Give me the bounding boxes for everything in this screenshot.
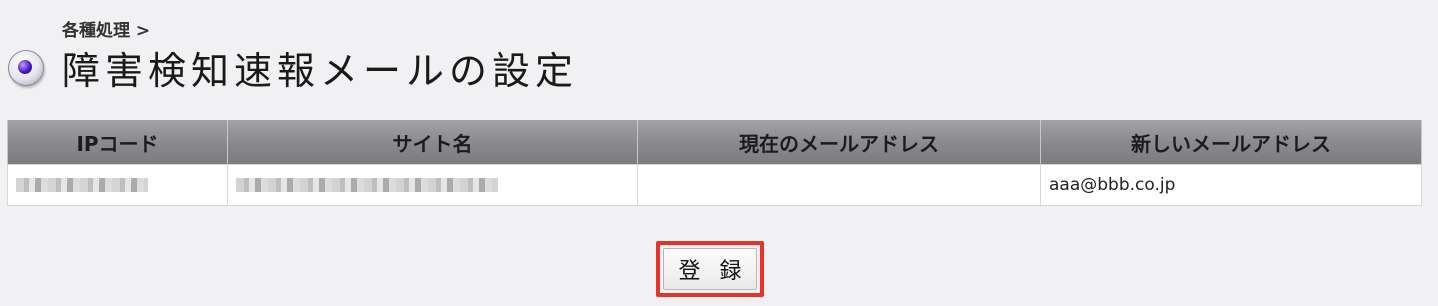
cell-site-name	[227, 164, 638, 206]
register-button[interactable]: 登 録	[663, 248, 757, 290]
header-current-email: 現在のメールアドレス	[637, 120, 1041, 165]
settings-table: IPコード サイト名 現在のメールアドレス 新しいメールアドレス aaa@bbb…	[7, 120, 1422, 206]
page-title: 障害検知速報メールの設定	[62, 49, 579, 93]
page-header: 障害検知速報メールの設定	[6, 40, 578, 95]
redacted-ip-code	[16, 178, 148, 192]
register-button-highlight: 登 録	[656, 241, 764, 297]
redacted-site-name	[236, 178, 498, 192]
cell-ip-code	[7, 164, 228, 206]
cell-new-email: aaa@bbb.co.jp	[1040, 164, 1422, 206]
table-header-row: IPコード サイト名 現在のメールアドレス 新しいメールアドレス	[7, 120, 1422, 165]
header-ip-code: IPコード	[7, 120, 228, 165]
bullet-icon	[6, 48, 46, 88]
table-row: aaa@bbb.co.jp	[7, 164, 1422, 206]
header-new-email: 新しいメールアドレス	[1040, 120, 1422, 165]
header-site-name: サイト名	[227, 120, 638, 165]
cell-current-email	[637, 164, 1041, 206]
breadcrumb[interactable]: 各種処理 >	[62, 16, 150, 41]
